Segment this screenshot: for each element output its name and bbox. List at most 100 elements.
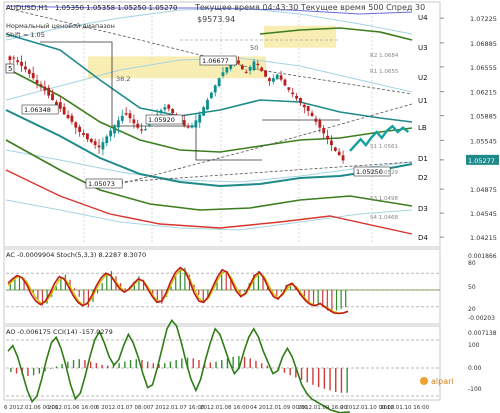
price-tick-label: 1.06885 [470, 40, 497, 48]
candle-body [302, 104, 306, 108]
fib-zone-382 [88, 56, 266, 79]
svg-text:alpari: alpari [431, 377, 454, 386]
candle-body [74, 122, 78, 128]
candle-body [101, 142, 105, 150]
price-tick-label: 1.05545 [470, 137, 497, 145]
candle-body [66, 114, 70, 119]
candle-body [31, 73, 35, 79]
pivot-marker: 5 [5, 63, 15, 74]
candle-body [132, 119, 136, 124]
candle-body [113, 125, 116, 134]
candle-body [105, 136, 109, 144]
ac-indicator-label: AC -0.0009904 Stoch(5,3,3) 8.2287 8.3070 [6, 251, 146, 259]
chart-canvas: 1.066771.063481.059201.050731.0525038.25… [3, 1, 499, 413]
candle-body [244, 71, 248, 73]
candle-body [314, 118, 318, 122]
candle-body [341, 155, 345, 161]
candle-body [24, 66, 27, 70]
candle-body [326, 135, 329, 140]
price-tick-label: 1.05885 [470, 113, 497, 121]
candle-body [120, 116, 124, 121]
candle-body [186, 126, 190, 128]
ac-tick-label: 80 [468, 260, 476, 267]
note-label-1: Нормальный ценовой диапазон [6, 22, 115, 30]
price-tick-label: 1.06215 [470, 89, 497, 97]
candle-body [43, 86, 47, 91]
pivot-label-d4: D4 [418, 234, 428, 242]
candle-body [237, 60, 240, 64]
time-axis-label: 7 2012.01.07 16:00 [150, 405, 205, 411]
main-panel [3, 1, 441, 248]
candle-body [140, 129, 144, 131]
candle-body [275, 74, 279, 80]
candle-body [47, 87, 51, 96]
pivot-value-label: S3 1.0498 [370, 196, 398, 202]
pivot-label-u2: U2 [418, 74, 428, 82]
pivot-value-label: R1 1.0655 [370, 69, 399, 75]
candle-body [159, 110, 163, 113]
candle-body [16, 60, 20, 63]
ao-tick-label: 0.00 [468, 365, 482, 372]
ao-tick-label: 100 [468, 342, 480, 349]
candle-body [268, 78, 271, 82]
candle-body [70, 115, 74, 122]
note-label-2: Shift = 1.05 [6, 31, 45, 39]
price-tick-label: 1.04215 [470, 234, 497, 242]
candle-body [279, 75, 283, 80]
candle-body [322, 128, 326, 134]
pivot-label-u4: U4 [418, 14, 428, 22]
ac-tick-label: 0.001866 [468, 253, 497, 260]
candle-body [310, 112, 314, 116]
ao-indicator-label: AO -0.006175 CCI(14) -157.0279 [6, 328, 113, 336]
candle-body [82, 133, 85, 135]
price-annotation: 50 [250, 44, 258, 52]
ac-tick-label: -0.00203 [468, 315, 495, 322]
price-annotation: 1.06348 [24, 106, 51, 114]
balance-label: $9573.94 [197, 15, 235, 24]
ao-tick-label: 0.007138 [468, 330, 497, 337]
pivot-value-label: R2 1.0684 [370, 53, 399, 59]
candle-body [330, 140, 333, 146]
price-tick-label: 1.04875 [470, 186, 497, 194]
pivot-label-u3: U3 [418, 44, 428, 52]
candle-body [190, 125, 194, 128]
candle-body [58, 102, 62, 109]
candle-body [198, 114, 202, 123]
candle-body [333, 147, 337, 151]
price-tick-label: 1.06555 [470, 64, 497, 72]
candle-body [163, 107, 167, 110]
candle-body [213, 85, 217, 93]
candle-body [217, 78, 221, 87]
symbol-label: AUDUSD,H1 [6, 4, 48, 12]
candle-body [97, 145, 101, 148]
alpari-logo: alpari [420, 377, 454, 386]
chart-window: 1.06677 1.06348 1.05920 1.05073 1.05250 38.2 5… [0, 0, 500, 413]
candle-body [78, 126, 82, 132]
candle-body [194, 120, 198, 128]
candle-body [291, 92, 295, 95]
candle-body [271, 78, 275, 82]
candle-body [55, 101, 58, 106]
candle-body [264, 70, 267, 77]
candle-body [86, 133, 89, 140]
candle-body [318, 120, 322, 128]
candle-body [124, 113, 128, 115]
ac-tick-label: 50 [468, 284, 476, 291]
candle-body [171, 109, 175, 114]
candle-body [209, 92, 213, 99]
candle-body [306, 106, 310, 111]
candle-body [89, 138, 93, 143]
svg-text:5: 5 [8, 65, 12, 73]
candle-body [337, 151, 341, 156]
candle-body [12, 57, 16, 59]
price-annotation: 1.05920 [148, 116, 175, 124]
candle-body [225, 67, 229, 73]
candle-body [252, 61, 256, 71]
candle-body [240, 65, 244, 70]
price-annotation: 1.05073 [88, 180, 115, 188]
candle-body [299, 97, 302, 103]
candle-body [27, 69, 31, 74]
time-axis-label: 2012.01.08 16:00 [200, 405, 250, 411]
candle-body [144, 129, 147, 131]
candle-body [287, 87, 291, 90]
